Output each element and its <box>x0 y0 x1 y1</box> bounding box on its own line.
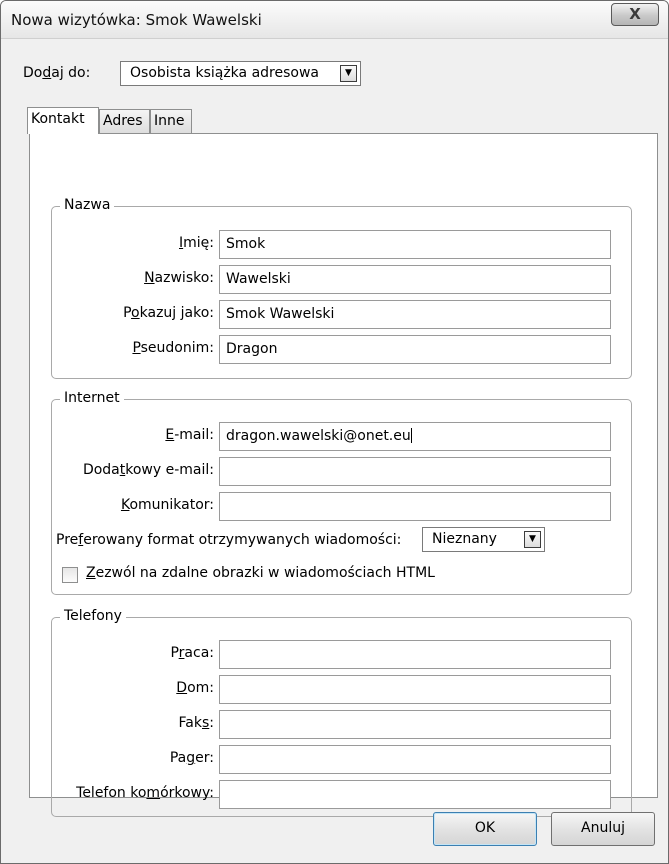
title-bar: Nowa wizytówka: Smok Wawelski X <box>1 1 668 39</box>
tab-adres[interactable]: Adres <box>99 109 150 133</box>
preferred-format-label: Preferowany format otrzymywanych wiadomo… <box>56 532 402 548</box>
first-name-label: Imię: <box>179 235 214 251</box>
chevron-down-icon[interactable]: ▼ <box>524 531 541 548</box>
work-phone-field[interactable] <box>219 640 611 669</box>
new-card-dialog: Nowa wizytówka: Smok Wawelski X Dodaj do… <box>0 0 669 864</box>
last-name-field[interactable]: Wawelski <box>219 265 611 294</box>
preferred-format-select[interactable]: Nieznany ▼ <box>422 527 545 552</box>
work-phone-label: Praca: <box>170 645 214 661</box>
address-book-select[interactable]: Osobista książka adresowa ▼ <box>120 61 361 86</box>
mobile-phone-field[interactable] <box>219 780 611 809</box>
tab-inne[interactable]: Inne <box>150 109 192 133</box>
add-to-label: Dodaj do: <box>23 65 91 81</box>
additional-email-label: Dodatkowy e-mail: <box>82 462 214 478</box>
close-button[interactable]: X <box>611 3 659 26</box>
internet-group: Internet E-mail: dragon.wawelski@onet.eu… <box>51 390 632 595</box>
display-name-label: Pokazuj jako: <box>123 305 214 321</box>
messenger-label: Komunikator: <box>120 497 214 513</box>
remote-images-label[interactable]: Zezwól na zdalne obrazki w wiadomościach… <box>86 565 435 581</box>
address-book-value: Osobista książka adresowa <box>130 65 319 81</box>
mobile-phone-label: Telefon komórkowy: <box>76 785 214 801</box>
close-icon: X <box>629 5 641 23</box>
messenger-field[interactable] <box>219 492 611 521</box>
first-name-field[interactable]: Smok <box>219 230 611 259</box>
last-name-label: Nazwisko: <box>144 270 214 286</box>
home-phone-field[interactable] <box>219 675 611 704</box>
window-title: Nowa wizytówka: Smok Wawelski <box>11 11 262 29</box>
home-phone-label: Dom: <box>176 680 214 696</box>
ok-button[interactable]: OK <box>433 812 537 846</box>
chevron-down-icon[interactable]: ▼ <box>340 65 357 82</box>
fax-label: Faks: <box>178 715 214 731</box>
additional-email-field[interactable] <box>219 457 611 486</box>
nickname-label: Pseudonim: <box>132 340 214 356</box>
pager-field[interactable] <box>219 745 611 774</box>
phones-group-legend: Telefony <box>60 608 126 624</box>
nickname-field[interactable]: Dragon <box>219 335 611 364</box>
pager-label: Pager: <box>169 750 214 766</box>
phones-group: Telefony Praca: Dom: Faks: Pager: Telefo… <box>51 608 632 817</box>
name-group-legend: Nazwa <box>60 197 115 213</box>
tab-panel-kontakt: Nazwa Imię: Smok Nazwisko: Wawelski Poka… <box>29 133 658 817</box>
dialog-body: Dodaj do: Osobista książka adresowa ▼ Ko… <box>9 39 660 863</box>
preferred-format-value: Nieznany <box>432 531 497 547</box>
display-name-field[interactable]: Smok Wawelski <box>219 300 611 329</box>
remote-images-checkbox[interactable] <box>62 567 78 583</box>
email-label: E-mail: <box>165 427 214 443</box>
internet-group-legend: Internet <box>60 390 124 406</box>
fax-field[interactable] <box>219 710 611 739</box>
name-group: Nazwa Imię: Smok Nazwisko: Wawelski Poka… <box>51 197 632 379</box>
tab-kontakt[interactable]: Kontakt <box>27 107 99 134</box>
email-field[interactable]: dragon.wawelski@onet.eu <box>219 422 611 451</box>
cancel-button[interactable]: Anuluj <box>551 812 655 846</box>
